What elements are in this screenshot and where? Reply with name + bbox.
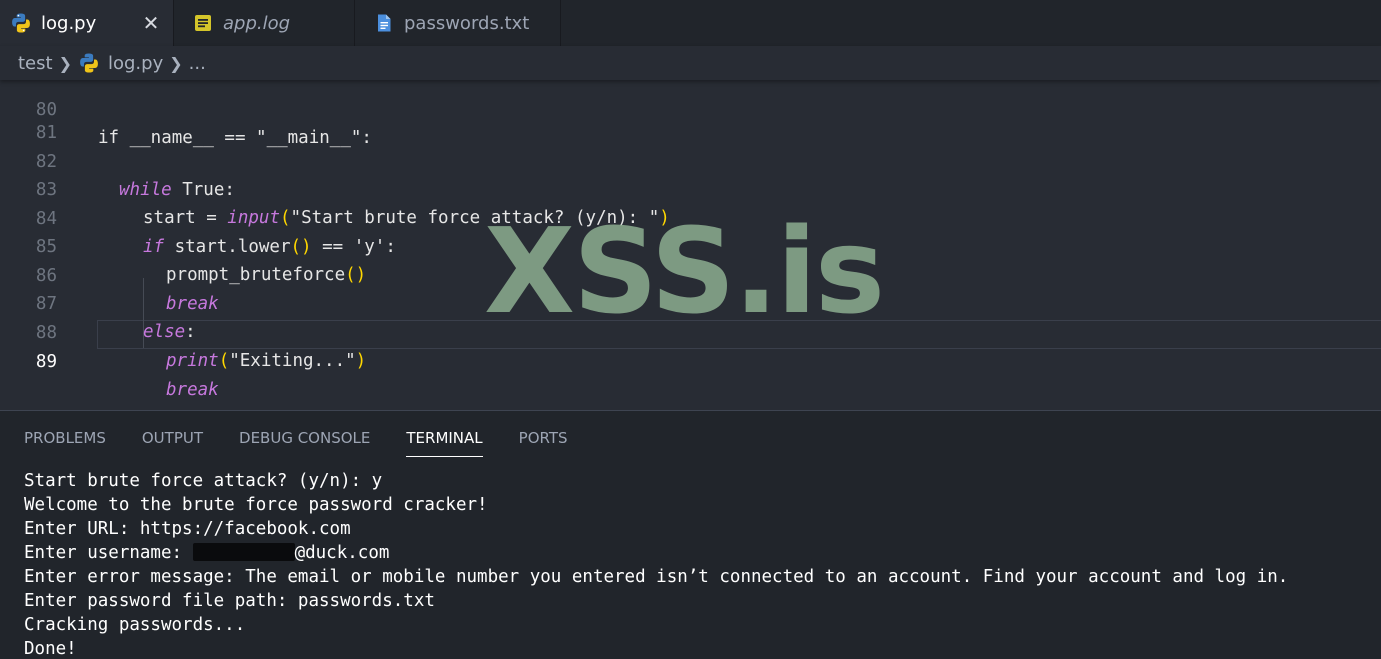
chevron-right-icon: ❯ xyxy=(169,53,183,73)
terminal-line: Enter password file path: passwords.txt xyxy=(24,591,435,611)
bottom-panel: PROBLEMS OUTPUT DEBUG CONSOLE TERMINAL P… xyxy=(0,410,1381,659)
terminal-line: Done! xyxy=(24,639,77,659)
terminal-line: Start brute force attack? (y/n): y xyxy=(24,471,383,491)
code-line: 85 prompt_bruteforce() xyxy=(0,205,1381,285)
tab-passwords-txt[interactable]: passwords.txt xyxy=(355,0,561,46)
terminal-output[interactable]: Start brute force attack? (y/n): y Welco… xyxy=(24,469,1288,659)
terminal-line: Enter error message: The email or mobile… xyxy=(24,567,1289,587)
tab-label: log.py xyxy=(41,12,97,34)
code-line: 87 else: xyxy=(0,262,1381,342)
tab-app-log[interactable]: app.log xyxy=(174,0,355,46)
log-file-icon xyxy=(192,12,214,34)
terminal-text: @duck.com xyxy=(294,543,390,563)
function-name: print xyxy=(166,351,219,371)
tab-label: passwords.txt xyxy=(404,12,530,34)
bracket: ( xyxy=(218,351,230,371)
keyword: break xyxy=(166,380,219,400)
terminal-text: Enter username: xyxy=(24,543,193,563)
terminal-line: Cracking passwords... xyxy=(24,615,246,635)
code-line: 81 xyxy=(0,91,1381,143)
code-line: 84 if start.lower() == 'y': xyxy=(0,177,1381,257)
code-line: 82 while True: xyxy=(0,120,1381,200)
tab-debug-console[interactable]: DEBUG CONSOLE xyxy=(239,429,370,457)
breadcrumb-file[interactable]: log.py xyxy=(108,53,163,74)
code-line: 88 print("Exiting...") xyxy=(0,291,1381,371)
terminal-line: Enter URL: https://facebook.com xyxy=(24,519,351,539)
close-icon[interactable]: ✕ xyxy=(141,11,161,35)
redacted-username xyxy=(192,543,295,561)
editor-tab-bar: log.py ✕ app.log passwords.txt xyxy=(0,0,1381,46)
tab-ports[interactable]: PORTS xyxy=(519,429,568,457)
python-icon xyxy=(78,52,100,74)
text-file-icon xyxy=(373,12,395,34)
panel-tab-bar: PROBLEMS OUTPUT DEBUG CONSOLE TERMINAL P… xyxy=(24,429,604,457)
code-line: 89 break xyxy=(0,320,1381,400)
terminal-line: Welcome to the brute force password crac… xyxy=(24,495,488,515)
terminal-line: Enter username: @duck.com xyxy=(24,541,1288,565)
bracket: ) xyxy=(355,351,367,371)
python-icon xyxy=(10,12,32,34)
code-line: 86 break xyxy=(0,234,1381,314)
tab-log-py[interactable]: log.py ✕ xyxy=(0,0,174,46)
code-line: 83 start = input("Start brute force atta… xyxy=(0,148,1381,228)
tab-output[interactable]: OUTPUT xyxy=(142,429,203,457)
chevron-right-icon: ❯ xyxy=(58,53,72,73)
tab-label: app.log xyxy=(223,12,291,34)
line-number: 89 xyxy=(35,352,57,372)
string-literal: "Exiting..." xyxy=(229,351,356,371)
tab-problems[interactable]: PROBLEMS xyxy=(24,429,106,457)
tab-terminal[interactable]: TERMINAL xyxy=(406,429,483,457)
breadcrumb-folder[interactable]: test xyxy=(18,53,53,74)
breadcrumb: test ❯ log.py ❯ ... xyxy=(0,46,1381,80)
breadcrumb-more[interactable]: ... xyxy=(189,53,206,74)
code-editor[interactable]: 80 if __name__ == "__main__": 81 82 whil… xyxy=(0,80,1381,410)
